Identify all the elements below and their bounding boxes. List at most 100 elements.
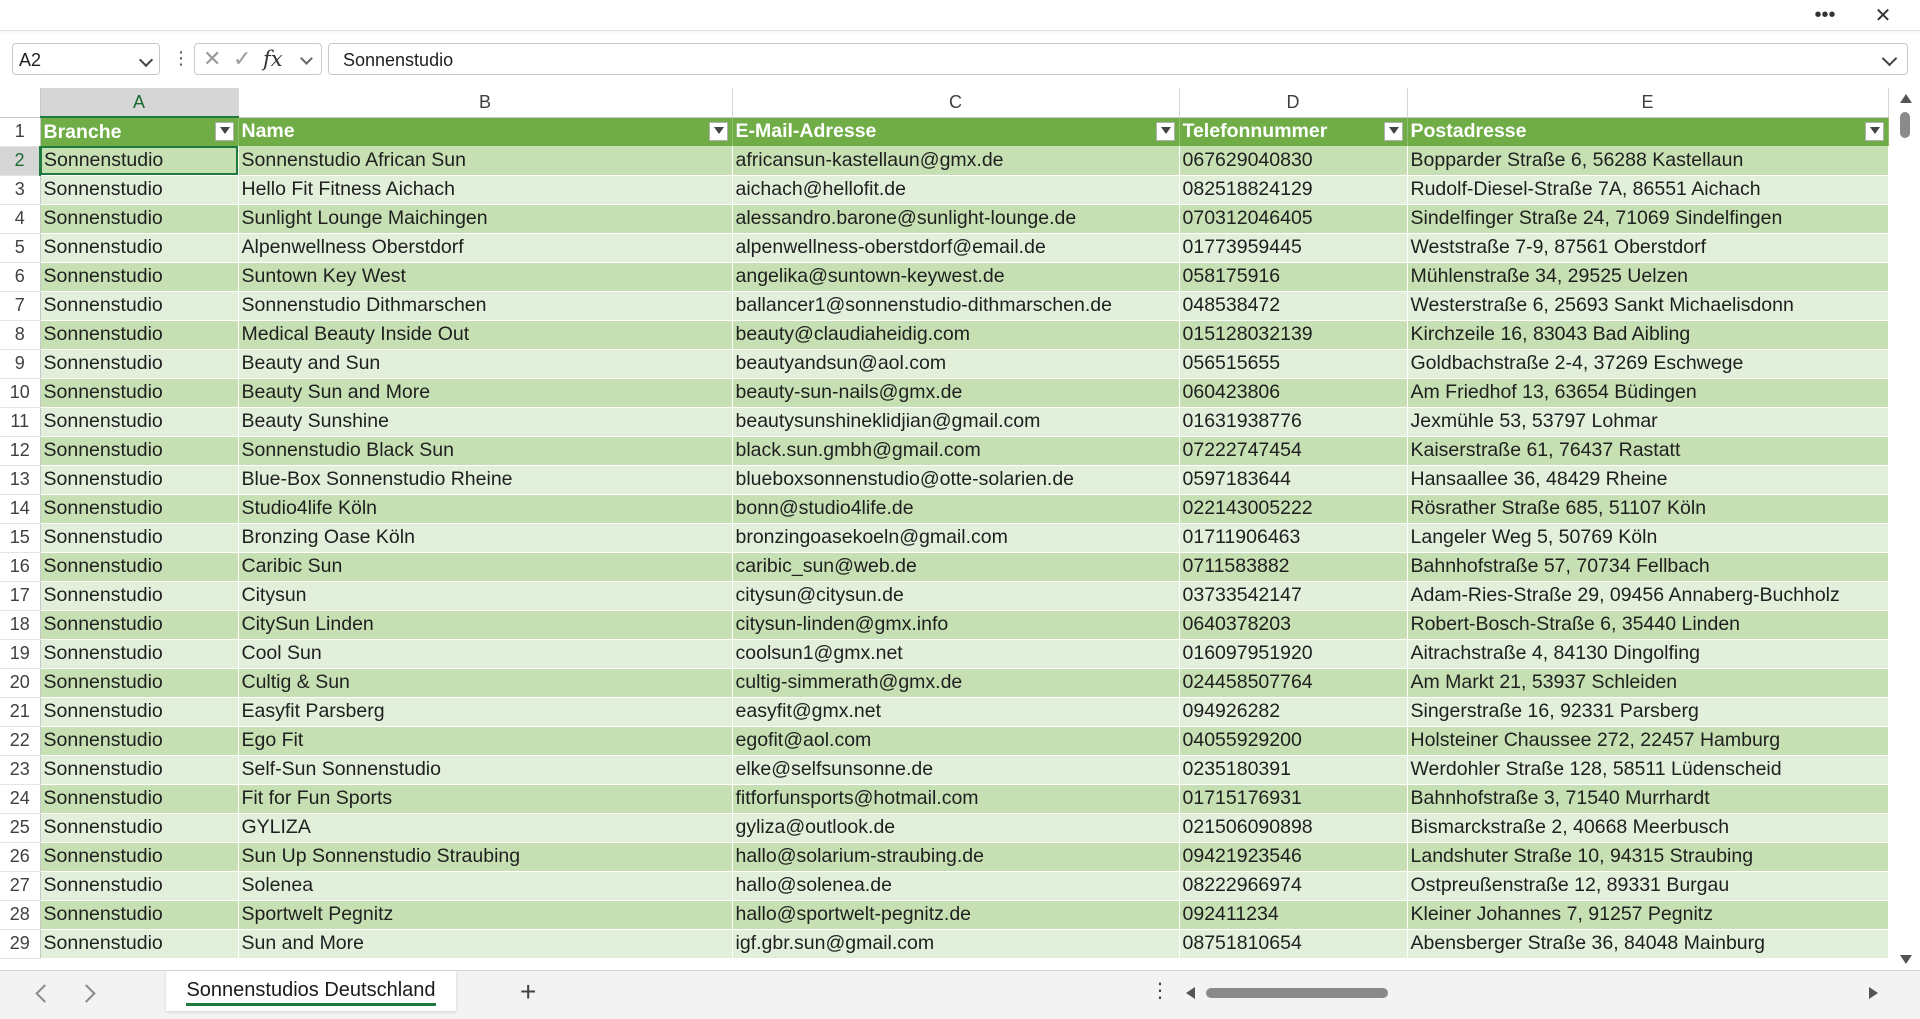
table-cell[interactable]: 04055929200 [1179, 726, 1408, 756]
horizontal-scrollbar[interactable] [1182, 983, 1882, 1003]
row-header[interactable]: 3 [0, 175, 41, 205]
table-cell[interactable]: 067629040830 [1179, 146, 1408, 176]
horizontal-scroll-thumb[interactable] [1206, 988, 1388, 998]
row-header[interactable]: 16 [0, 552, 41, 582]
table-cell[interactable]: Self-Sun Sonnenstudio [238, 755, 733, 785]
row-header[interactable]: 15 [0, 523, 41, 553]
table-cell[interactable]: 08751810654 [1179, 929, 1408, 959]
table-cell[interactable]: 048538472 [1179, 291, 1408, 321]
row-header[interactable]: 25 [0, 813, 41, 843]
column-header-c[interactable]: C [732, 88, 1180, 118]
table-cell[interactable]: alpenwellness-oberstdorf@email.de [732, 233, 1180, 263]
table-cell[interactable]: 01631938776 [1179, 407, 1408, 437]
cancel-icon[interactable]: ✕ [203, 46, 221, 72]
row-header[interactable]: 9 [0, 349, 41, 379]
table-cell[interactable]: 060423806 [1179, 378, 1408, 408]
row-header[interactable]: 27 [0, 871, 41, 901]
row-header[interactable]: 6 [0, 262, 41, 292]
table-cell[interactable]: Caribic Sun [238, 552, 733, 582]
table-cell[interactable]: Sindelfinger Straße 24, 71069 Sindelfing… [1407, 204, 1889, 234]
table-cell[interactable]: Sportwelt Pegnitz [238, 900, 733, 930]
table-cell[interactable]: aichach@hellofit.de [732, 175, 1180, 205]
table-cell[interactable]: Sonnenstudio [40, 929, 239, 959]
table-cell[interactable]: Sonnenstudio [40, 291, 239, 321]
row-header[interactable]: 8 [0, 320, 41, 350]
row-header[interactable]: 20 [0, 668, 41, 698]
row-header[interactable]: 19 [0, 639, 41, 669]
table-cell[interactable]: 08222966974 [1179, 871, 1408, 901]
table-cell[interactable]: Sonnenstudio [40, 204, 239, 234]
table-cell[interactable]: 01715176931 [1179, 784, 1408, 814]
filter-dropdown-icon[interactable] [1383, 121, 1403, 141]
table-cell[interactable]: CitySun Linden [238, 610, 733, 640]
table-cell[interactable]: 016097951920 [1179, 639, 1408, 669]
header-cell[interactable]: Name [238, 117, 733, 146]
table-cell[interactable]: Citysun [238, 581, 733, 611]
table-cell[interactable]: Abensberger Straße 36, 84048 Mainburg [1407, 929, 1889, 959]
table-cell[interactable]: 09421923546 [1179, 842, 1408, 872]
table-cell[interactable]: 0711583882 [1179, 552, 1408, 582]
table-cell[interactable]: GYLIZA [238, 813, 733, 843]
table-cell[interactable]: Medical Beauty Inside Out [238, 320, 733, 350]
table-cell[interactable]: Sun Up Sonnenstudio Straubing [238, 842, 733, 872]
table-cell[interactable]: Aitrachstraße 4, 84130 Dingolfing [1407, 639, 1889, 669]
table-cell[interactable]: Hello Fit Fitness Aichach [238, 175, 733, 205]
table-cell[interactable]: hallo@solenea.de [732, 871, 1180, 901]
header-cell[interactable]: Telefonnummer [1179, 117, 1408, 146]
table-cell[interactable]: Sonnenstudio [40, 726, 239, 756]
table-cell[interactable]: black.sun.gmbh@gmail.com [732, 436, 1180, 466]
table-cell[interactable]: angelika@suntown-keywest.de [732, 262, 1180, 292]
table-cell[interactable]: africansun-kastellaun@gmx.de [732, 146, 1180, 176]
more-options-button[interactable]: ••• [1802, 0, 1848, 30]
table-cell[interactable]: Sonnenstudio [40, 581, 239, 611]
table-cell[interactable]: Goldbachstraße 2-4, 37269 Eschwege [1407, 349, 1889, 379]
insert-function-button[interactable]: fx [263, 47, 283, 71]
table-cell[interactable]: Cultig & Sun [238, 668, 733, 698]
table-cell[interactable]: Sonnenstudio [40, 175, 239, 205]
table-cell[interactable]: Sunlight Lounge Maichingen [238, 204, 733, 234]
table-cell[interactable]: Sun and More [238, 929, 733, 959]
table-cell[interactable]: blueboxsonnenstudio@otte-solarien.de [732, 465, 1180, 495]
table-cell[interactable]: Beauty Sun and More [238, 378, 733, 408]
table-cell[interactable]: 015128032139 [1179, 320, 1408, 350]
table-cell[interactable]: Mühlenstraße 34, 29525 Uelzen [1407, 262, 1889, 292]
scroll-up-arrow-icon[interactable] [1900, 94, 1912, 103]
table-cell[interactable]: ballancer1@sonnenstudio-dithmarschen.de [732, 291, 1180, 321]
vertical-scroll-thumb[interactable] [1900, 112, 1910, 138]
row-header[interactable]: 28 [0, 900, 41, 930]
table-cell[interactable]: Sonnenstudio Dithmarschen [238, 291, 733, 321]
table-cell[interactable]: 0235180391 [1179, 755, 1408, 785]
column-header-d[interactable]: D [1179, 88, 1408, 118]
row-header[interactable]: 18 [0, 610, 41, 640]
row-header[interactable]: 21 [0, 697, 41, 727]
table-cell[interactable]: Singerstraße 16, 92331 Parsberg [1407, 697, 1889, 727]
table-cell[interactable]: Sonnenstudio [40, 407, 239, 437]
table-cell[interactable]: Sonnenstudio [40, 465, 239, 495]
table-cell[interactable]: beauty@claudiaheidig.com [732, 320, 1180, 350]
name-box[interactable]: A2 [12, 43, 160, 75]
table-cell[interactable]: Jexmühle 53, 53797 Lohmar [1407, 407, 1889, 437]
scroll-left-arrow-icon[interactable] [1186, 987, 1195, 999]
table-cell[interactable]: Alpenwellness Oberstdorf [238, 233, 733, 263]
table-cell[interactable]: bronzingoasekoeln@gmail.com [732, 523, 1180, 553]
table-cell[interactable]: Sonnenstudio [40, 697, 239, 727]
table-cell[interactable]: cultig-simmerath@gmx.de [732, 668, 1180, 698]
table-cell[interactable]: Sonnenstudio African Sun [238, 146, 733, 176]
row-header[interactable]: 10 [0, 378, 41, 408]
table-cell[interactable]: 082518824129 [1179, 175, 1408, 205]
table-cell[interactable]: beautyandsun@aol.com [732, 349, 1180, 379]
row-header[interactable]: 23 [0, 755, 41, 785]
table-cell[interactable]: fitforfunsports@hotmail.com [732, 784, 1180, 814]
table-cell[interactable]: Robert-Bosch-Straße 6, 35440 Linden [1407, 610, 1889, 640]
expand-formula-icon[interactable] [1881, 50, 1898, 67]
table-cell[interactable]: Am Friedhof 13, 63654 Büdingen [1407, 378, 1889, 408]
table-cell[interactable]: Kleiner Johannes 7, 91257 Pegnitz [1407, 900, 1889, 930]
table-cell[interactable]: Sonnenstudio [40, 784, 239, 814]
row-header[interactable]: 26 [0, 842, 41, 872]
sheet-tab-active[interactable]: Sonnenstudios Deutschland [166, 971, 456, 1011]
table-cell[interactable]: Bopparder Straße 6, 56288 Kastellaun [1407, 146, 1889, 176]
table-cell[interactable]: Cool Sun [238, 639, 733, 669]
table-cell[interactable]: hallo@solarium-straubing.de [732, 842, 1180, 872]
table-cell[interactable]: Beauty and Sun [238, 349, 733, 379]
table-cell[interactable]: Sonnenstudio [40, 349, 239, 379]
